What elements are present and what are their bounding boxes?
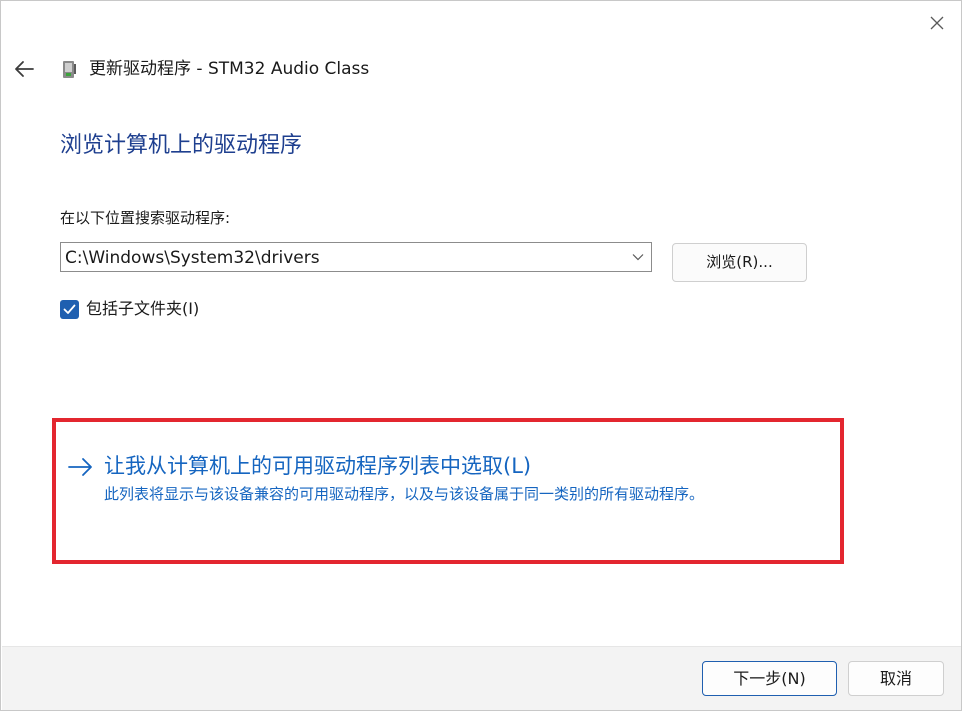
include-subfolders-label: 包括子文件夹(I) bbox=[86, 299, 200, 318]
browse-button[interactable]: 浏览(R)... bbox=[672, 243, 807, 282]
page-heading: 浏览计算机上的驱动程序 bbox=[60, 133, 303, 158]
pick-from-list-description: 此列表将显示与该设备兼容的可用驱动程序，以及与该设备属于同一类别的所有驱动程序。 bbox=[104, 485, 705, 503]
include-subfolders-checkbox[interactable]: 包括子文件夹(I) bbox=[60, 298, 199, 320]
close-icon bbox=[930, 16, 944, 30]
arrow-right-icon bbox=[68, 458, 92, 476]
next-button[interactable]: 下一步(N) bbox=[702, 661, 837, 696]
search-location-label: 在以下位置搜索驱动程序: bbox=[60, 209, 231, 227]
driver-path-combobox[interactable]: C:\Windows\System32\drivers bbox=[60, 242, 652, 272]
close-button[interactable] bbox=[923, 9, 951, 37]
device-driver-icon bbox=[63, 61, 76, 78]
update-driver-dialog: 更新驱动程序 - STM32 Audio Class 浏览计算机上的驱动程序 在… bbox=[0, 0, 962, 711]
dialog-title: 更新驱动程序 - STM32 Audio Class bbox=[89, 59, 370, 79]
pick-from-list-title[interactable]: 让我从计算机上的可用驱动程序列表中选取(L) bbox=[104, 451, 531, 481]
chevron-down-icon[interactable] bbox=[631, 250, 645, 264]
back-button[interactable] bbox=[11, 57, 37, 81]
cancel-button[interactable]: 取消 bbox=[848, 661, 944, 696]
driver-path-value: C:\Windows\System32\drivers bbox=[65, 248, 320, 268]
back-arrow-icon bbox=[15, 61, 34, 77]
pick-from-list-option[interactable]: 让我从计算机上的可用驱动程序列表中选取(L) 此列表将显示与该设备兼容的可用驱动… bbox=[67, 451, 837, 511]
checkbox-checked-icon[interactable] bbox=[60, 299, 79, 319]
